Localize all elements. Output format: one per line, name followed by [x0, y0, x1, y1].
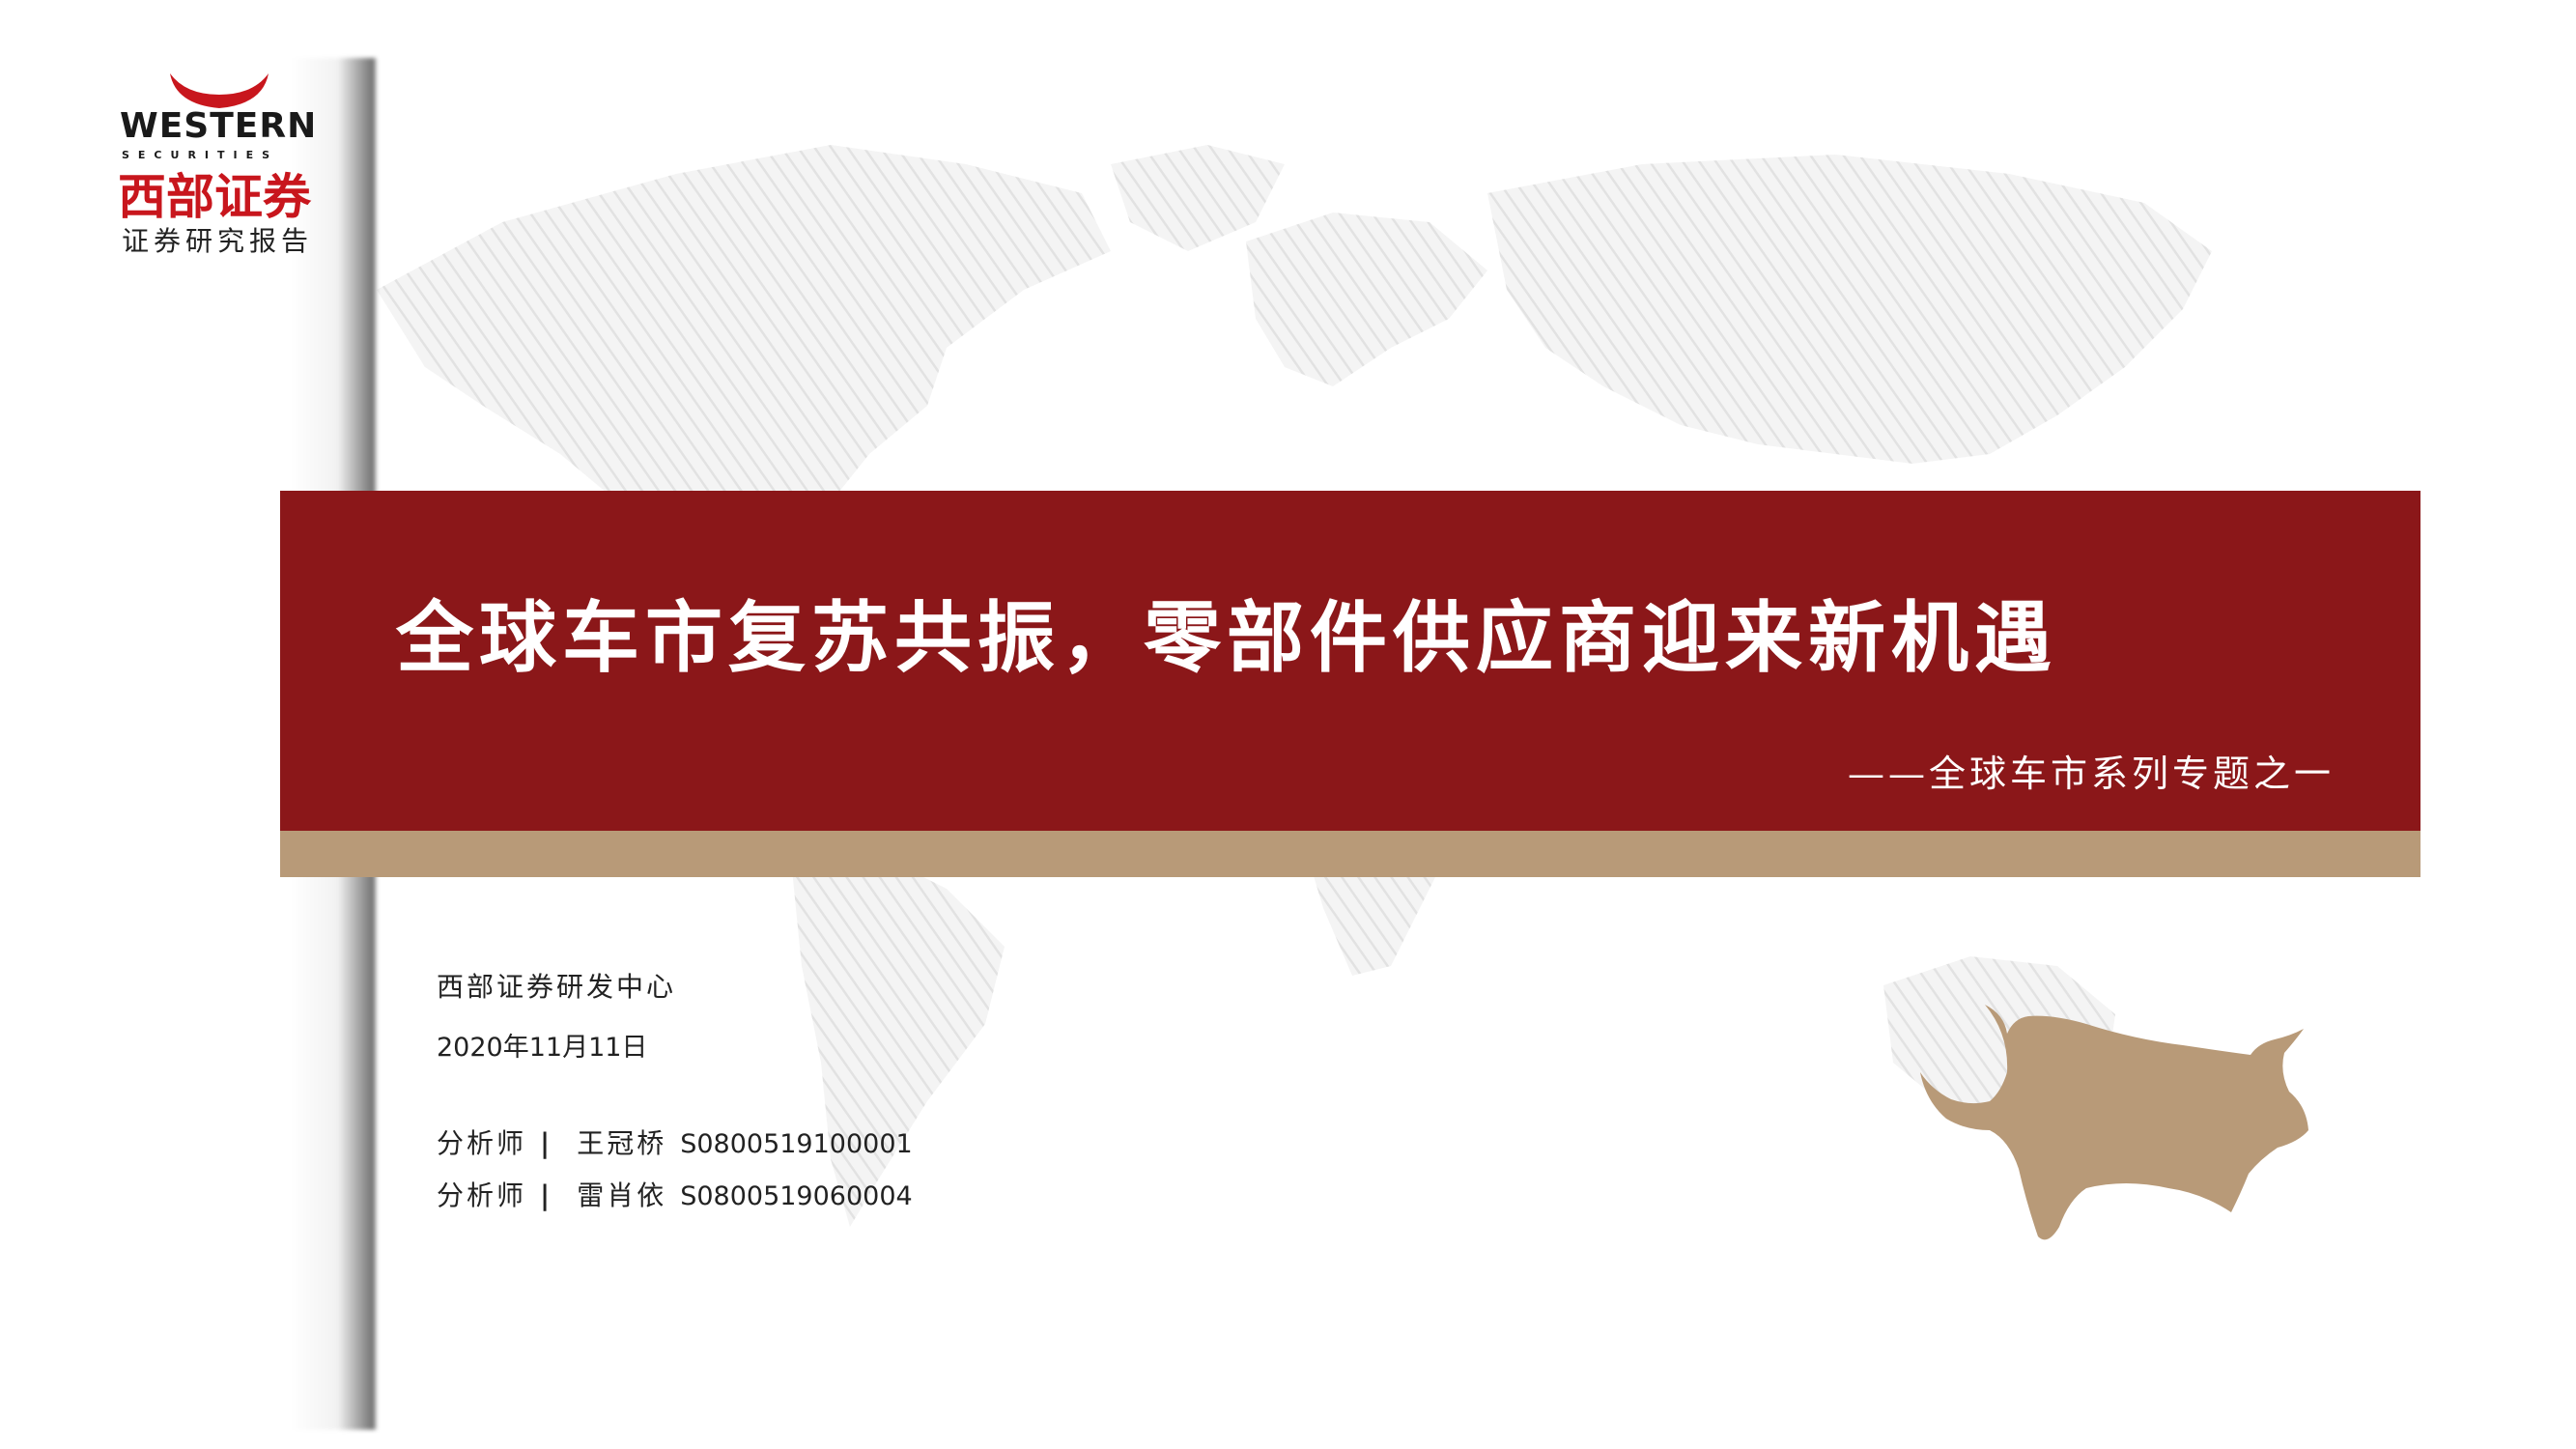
analyst-id: S0800519100001 — [680, 1129, 913, 1159]
analyst-role: 分析师 — [437, 1179, 527, 1211]
analyst-name: 王冠桥 — [577, 1127, 667, 1159]
report-subtitle: ——全球车市系列专题之一 — [1847, 753, 2335, 795]
research-center: 西部证券研发中心 — [437, 971, 677, 1003]
report-date: 2020年11月11日 — [437, 1033, 648, 1063]
logo-chinese: 西部证券 — [118, 169, 311, 225]
report-title: 全球车市复苏共振，零部件供应商迎来新机遇 — [396, 592, 2057, 683]
bull-icon — [1920, 1005, 2308, 1240]
analyst-name: 雷肖依 — [577, 1179, 667, 1211]
analyst-role: 分析师 — [437, 1127, 527, 1159]
analyst-row: 分析师 | 雷肖依 S0800519060004 — [437, 1175, 913, 1213]
bull-horns-icon — [170, 73, 269, 108]
analyst-separator: | — [540, 1179, 551, 1211]
report-type-label: 证券研究报告 — [122, 225, 314, 257]
banner-stripe — [280, 831, 2420, 877]
analyst-separator: | — [540, 1127, 551, 1159]
logo-english: WESTERN — [120, 106, 318, 146]
analyst-row: 分析师 | 王冠桥 S0800519100001 — [437, 1122, 913, 1161]
analyst-id: S0800519060004 — [680, 1181, 913, 1211]
